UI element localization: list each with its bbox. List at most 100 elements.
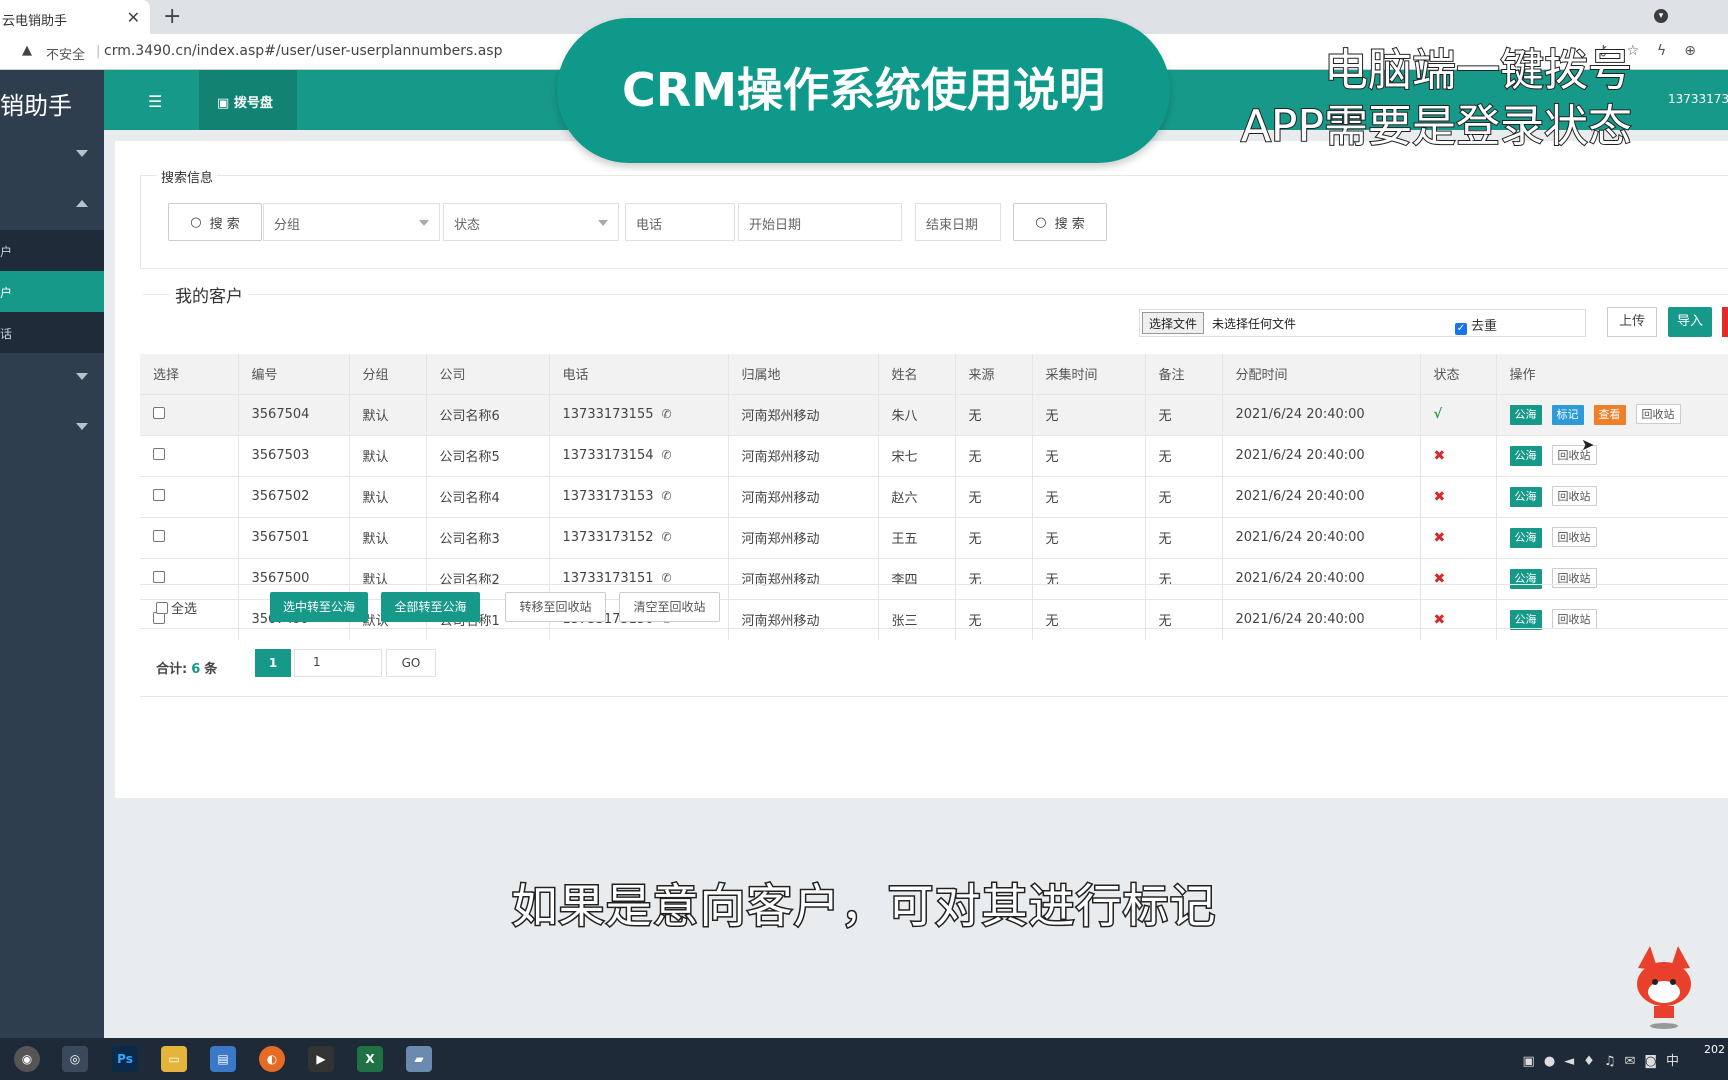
cell-note: 无	[1145, 516, 1223, 558]
notepad-icon[interactable]: ▰	[406, 1046, 432, 1072]
phone-input[interactable]: 电话	[625, 203, 735, 241]
chrome-icon[interactable]: ◎	[62, 1046, 88, 1072]
recycle-button[interactable]: 回收站	[1551, 527, 1597, 547]
system-tray[interactable]: ▣●◄♦♫✉◙中	[1523, 1050, 1688, 1069]
move-selected-to-sea-button[interactable]: 选中转至公海	[270, 592, 368, 622]
clear-recycle-button[interactable]: 清空至回收站	[619, 592, 720, 622]
go-button[interactable]: GO	[386, 649, 436, 677]
search-button[interactable]: ○ 搜 索	[168, 203, 262, 241]
page-button-1[interactable]: 1	[255, 649, 291, 677]
input-method[interactable]: 中	[1666, 1054, 1688, 1069]
start-date-input[interactable]: 开始日期	[738, 203, 902, 241]
cell-phone: 13733173154 ✆	[549, 434, 729, 476]
cell-id: 3567503	[238, 434, 350, 476]
address-separator: |	[96, 44, 101, 59]
total-suffix: 条	[204, 662, 218, 677]
to-sea-button[interactable]: 公海	[1509, 487, 1542, 507]
tab-dialpad[interactable]: ▣ 拨号盘	[199, 70, 297, 130]
browser-tab[interactable]: 云电销助手 ✕	[0, 0, 150, 34]
start-icon[interactable]: ◉	[14, 1046, 40, 1072]
view-button[interactable]: 查看	[1593, 405, 1626, 425]
choose-file-button[interactable]: 选择文件	[1142, 312, 1205, 334]
search-submit-button[interactable]: ○ 搜 索	[1013, 203, 1107, 241]
delete-button[interactable]	[1722, 307, 1728, 337]
row-checkbox[interactable]	[153, 570, 165, 583]
cell-collect-time: 无	[1032, 393, 1146, 435]
cell-status: ✖	[1420, 434, 1497, 476]
row-select[interactable]	[140, 393, 239, 435]
sidebar-group-2[interactable]	[0, 180, 104, 230]
computer-icon[interactable]: ▤	[210, 1046, 236, 1072]
phone-icon[interactable]: ✆	[661, 571, 671, 585]
page-jump-input[interactable]: 1	[294, 649, 382, 677]
row-checkbox[interactable]	[153, 529, 165, 542]
close-tab-icon[interactable]: ✕	[127, 8, 140, 27]
total-count: 合计: 6 条	[156, 658, 217, 677]
cell-group: 默认	[349, 434, 427, 476]
row-select[interactable]	[140, 516, 239, 558]
fox-mascot-icon	[1637, 946, 1691, 1029]
move-all-to-sea-button[interactable]: 全部转至公海	[381, 592, 480, 622]
cell-source: 无	[955, 475, 1033, 517]
to-sea-button[interactable]: 公海	[1509, 446, 1542, 466]
row-select[interactable]	[140, 434, 239, 476]
user-phone[interactable]: 13733173	[1668, 92, 1728, 106]
security-label[interactable]: 不安全	[46, 44, 85, 63]
sidebar-group-1[interactable]	[0, 130, 104, 180]
phone-icon[interactable]: ✆	[661, 530, 671, 544]
move-to-recycle-button[interactable]: 转移至回收站	[505, 592, 606, 622]
end-date-input[interactable]: 结束日期	[915, 203, 1001, 241]
select-all-checkbox[interactable]: 全选	[156, 598, 197, 617]
firefox-icon[interactable]: ◐	[259, 1046, 285, 1072]
bulk-actions: 全选 选中转至公海 全部转至公海 转移至回收站 清空至回收站	[140, 584, 1728, 629]
sidebar-group-4[interactable]	[0, 403, 104, 453]
camera-icon[interactable]: ▶	[308, 1046, 334, 1072]
cell-name: 宋七	[878, 434, 956, 476]
col-collect-time: 采集时间	[1032, 354, 1146, 394]
recycle-button[interactable]: 回收站	[1635, 404, 1681, 424]
clock[interactable]: 202	[1704, 1042, 1726, 1058]
row-checkbox[interactable]	[153, 488, 165, 501]
cell-phone: 13733173155 ✆	[549, 393, 729, 435]
phone-icon[interactable]: ✆	[661, 489, 671, 503]
tab-search-icon[interactable]: ▾	[1654, 9, 1668, 23]
table-row: 3567502 默认 公司名称4 13733173153 ✆ 河南郑州移动 赵六 …	[140, 475, 1728, 517]
url-field[interactable]: crm.3490.cn/index.asp#/user/user-userpla…	[104, 43, 502, 59]
phone-icon[interactable]: ✆	[661, 407, 671, 421]
to-sea-button[interactable]: 公海	[1509, 405, 1542, 425]
menu-toggle-icon[interactable]: ☰	[148, 92, 162, 111]
col-id: 编号	[238, 354, 350, 394]
file-name: 未选择任何文件	[1212, 317, 1297, 331]
status-no-icon: ✖	[1433, 529, 1446, 546]
mark-button[interactable]: 标记	[1551, 405, 1584, 425]
to-sea-button[interactable]: 公海	[1509, 528, 1542, 548]
col-source: 来源	[955, 354, 1033, 394]
import-button[interactable]: 导入	[1668, 307, 1712, 337]
status-select[interactable]: 状态	[443, 203, 619, 241]
cell-assign-time: 2021/6/24 20:40:00	[1222, 516, 1421, 558]
cell-source: 无	[955, 434, 1033, 476]
sidebar-group-3[interactable]	[0, 353, 104, 403]
sidebar-item-1[interactable]: 户	[0, 230, 104, 271]
section-title: 我的客户	[169, 282, 249, 307]
status-ok-icon: √	[1433, 407, 1443, 422]
group-select[interactable]: 分组	[263, 203, 440, 241]
sidebar-item-3[interactable]: 话	[0, 312, 104, 353]
photoshop-icon[interactable]: Ps	[112, 1046, 138, 1072]
table-row: 3567504 默认 公司名称6 13733173155 ✆ 河南郑州移动 朱八 …	[140, 393, 1728, 435]
sidebar-item-2[interactable]: 户	[0, 271, 104, 312]
phone-icon[interactable]: ✆	[661, 448, 671, 462]
excel-icon[interactable]: X	[357, 1046, 383, 1072]
folder-icon[interactable]: ▭	[161, 1046, 187, 1072]
row-select[interactable]	[140, 475, 239, 517]
search-button-label: 搜 索	[209, 216, 240, 232]
cell-actions: 公海 回收站	[1496, 516, 1728, 558]
row-checkbox[interactable]	[153, 447, 165, 460]
col-note: 备注	[1145, 354, 1223, 394]
dedupe-checkbox[interactable]: ✓ 去重	[1455, 315, 1497, 335]
upload-button[interactable]: 上传	[1607, 307, 1657, 337]
search-submit-label: 搜 索	[1054, 216, 1085, 232]
recycle-button[interactable]: 回收站	[1551, 486, 1597, 506]
new-tab-button[interactable]: +	[163, 4, 181, 29]
row-checkbox[interactable]	[153, 406, 165, 419]
